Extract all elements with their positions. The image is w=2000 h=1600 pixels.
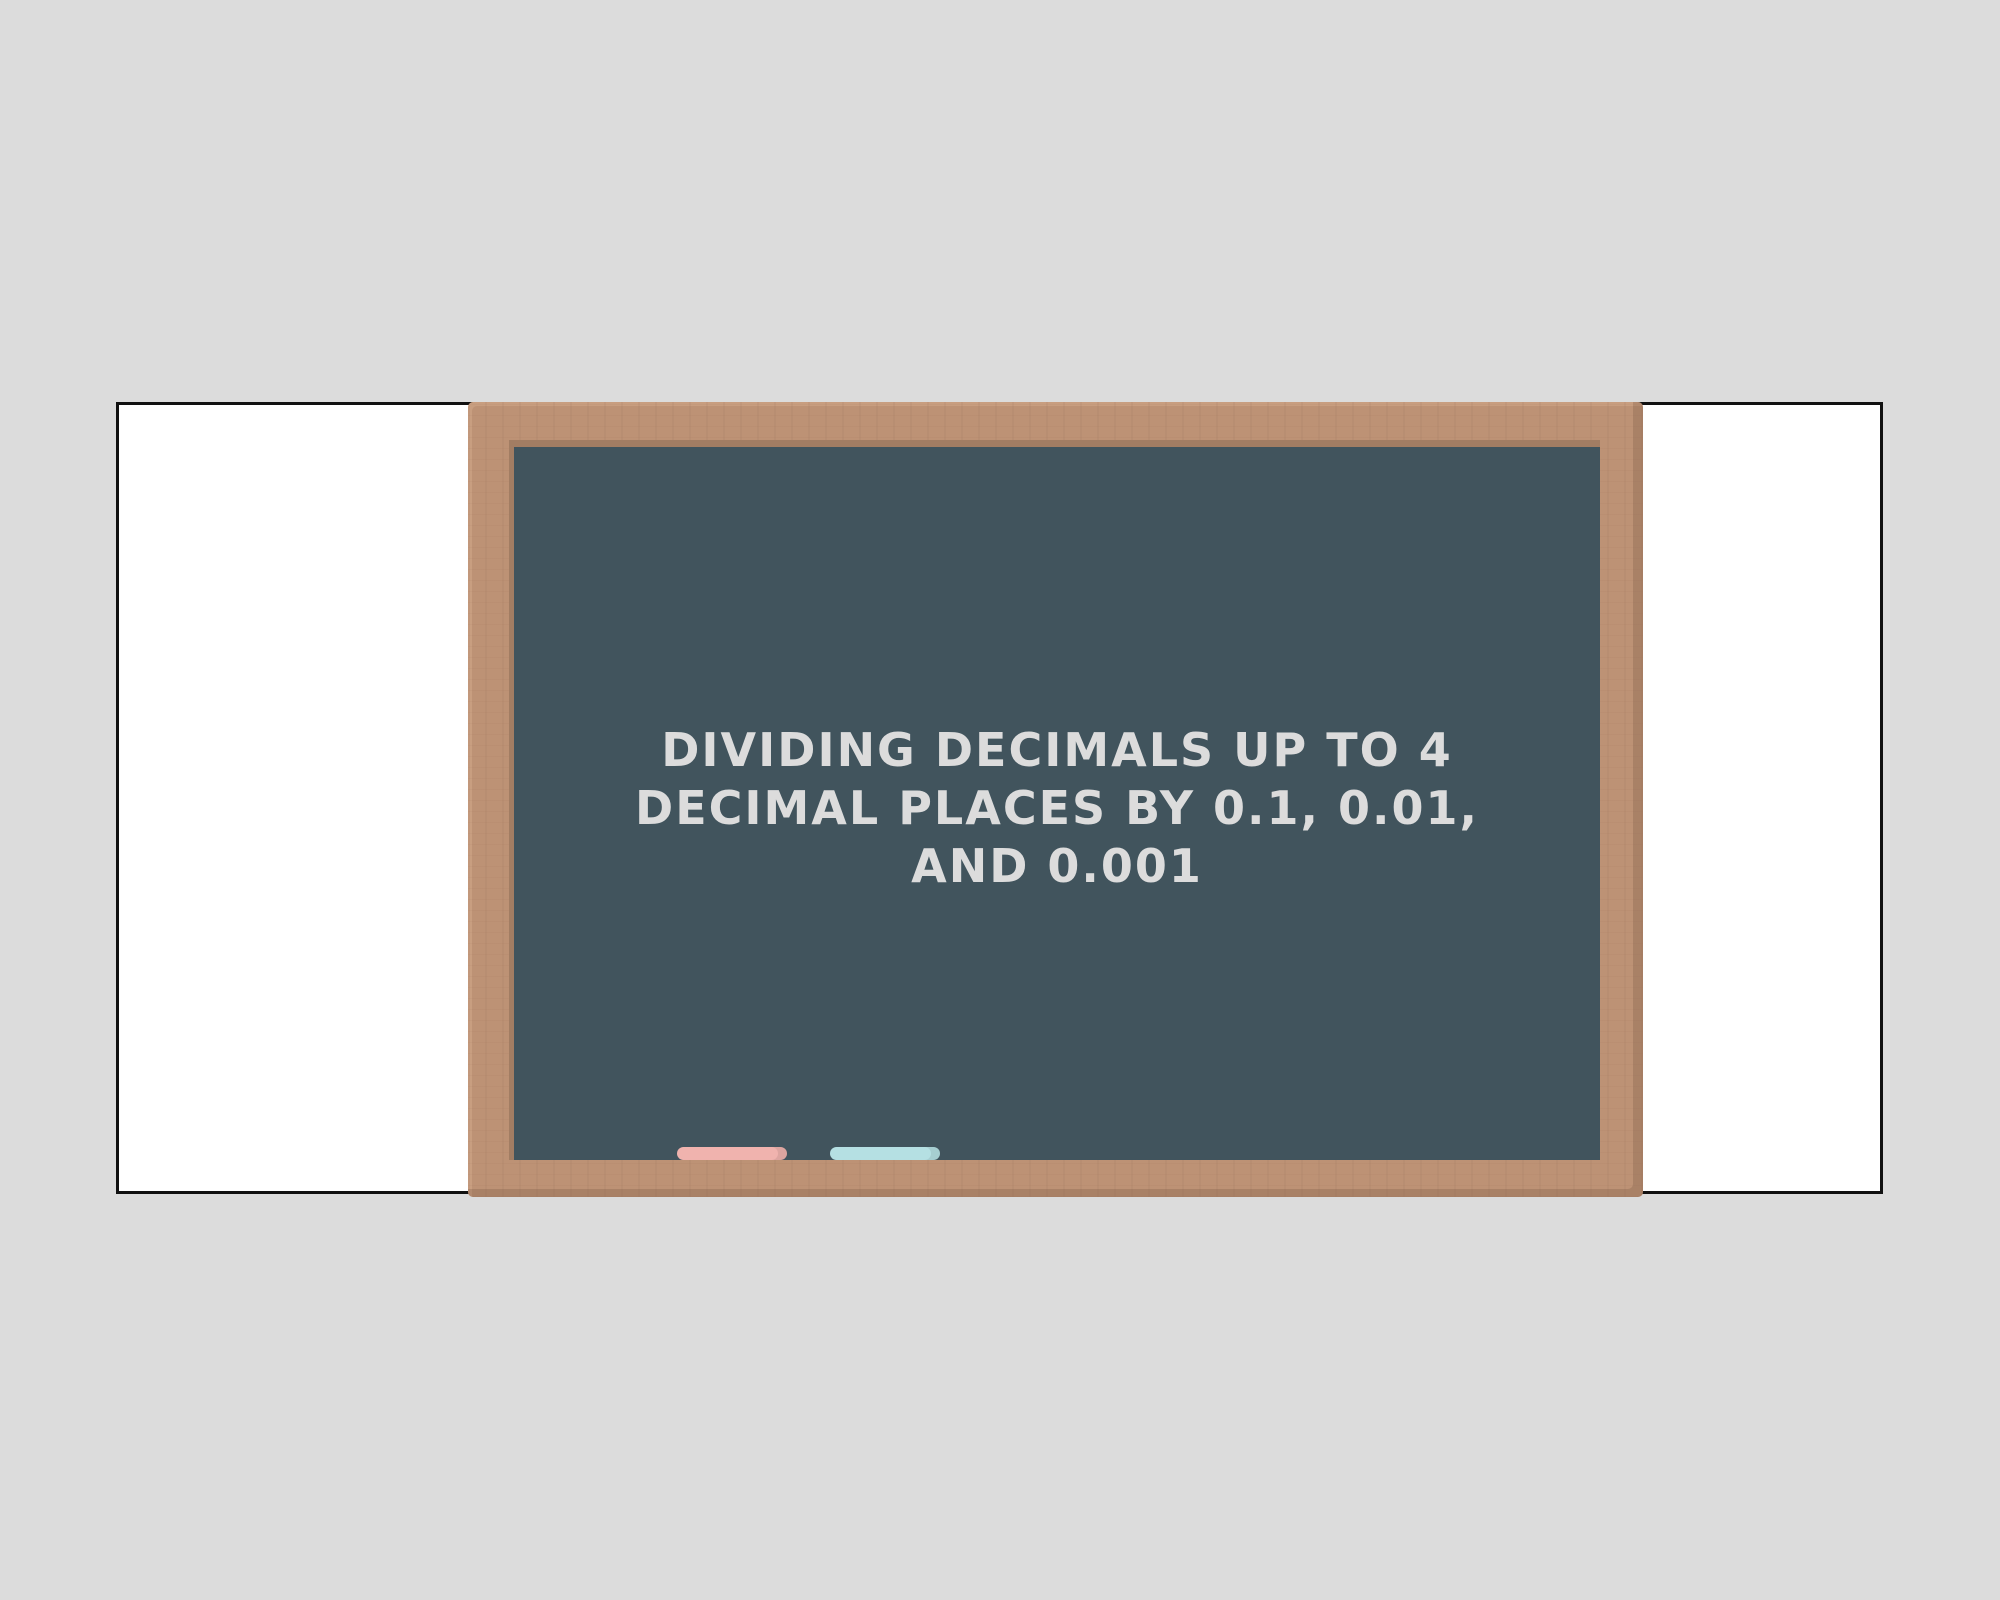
blue-chalk-stick bbox=[830, 1147, 940, 1160]
chalkboard-frame: Dividing decimals up to 4 decimal places… bbox=[468, 402, 1643, 1197]
pink-chalk-stick bbox=[677, 1147, 787, 1160]
chalkboard-surface: Dividing decimals up to 4 decimal places… bbox=[509, 440, 1600, 1160]
slide-title: Dividing decimals up to 4 decimal places… bbox=[635, 722, 1479, 893]
